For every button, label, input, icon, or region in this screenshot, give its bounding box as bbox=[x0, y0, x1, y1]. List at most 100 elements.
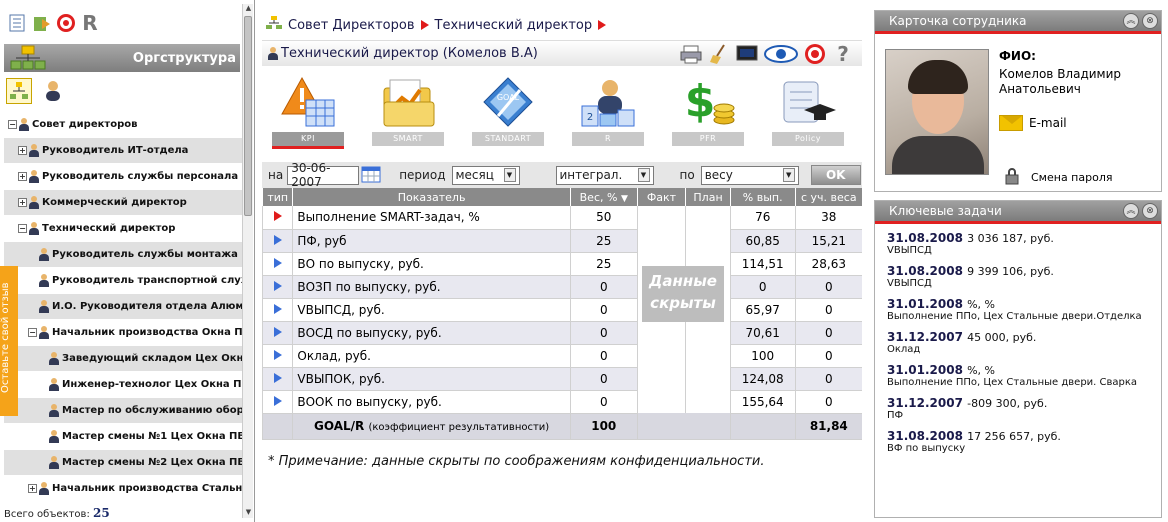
collapse-icon[interactable]: − bbox=[28, 328, 37, 337]
tab-smart[interactable]: SMART bbox=[372, 72, 444, 149]
collapse-icon[interactable]: − bbox=[18, 224, 27, 233]
tree-node[interactable]: Мастер по обслуживанию оборудов bbox=[4, 398, 242, 424]
kpi-row[interactable]: Выполнение SMART-задач, % 50 76 38 bbox=[261, 206, 862, 413]
tree-node[interactable]: Руководитель транспортной службы bbox=[4, 268, 242, 294]
kpi-row[interactable]: ВООК по выпуску, руб. 0 155,64 0 bbox=[261, 390, 862, 414]
help-icon[interactable]: ? bbox=[832, 42, 854, 66]
expand-arrow-icon[interactable] bbox=[273, 211, 282, 222]
target-icon[interactable] bbox=[804, 43, 826, 65]
key-task-item[interactable]: 31.08.2008 9 399 106, руб. VВЫПСД bbox=[887, 264, 1161, 289]
key-task-item[interactable]: 31.12.2007 45 000, руб. Оклад bbox=[887, 330, 1161, 355]
eye-icon[interactable] bbox=[764, 43, 798, 65]
tree-node[interactable]: + Начальник производства Стальные д bbox=[4, 476, 242, 500]
col-weighted[interactable]: с уч. веса bbox=[794, 188, 862, 206]
change-password-link[interactable]: Смена пароля bbox=[1005, 167, 1112, 188]
mode-select[interactable]: интеграл. ▼ bbox=[555, 165, 654, 185]
tab-pfr[interactable]: $ PFR bbox=[672, 72, 744, 149]
export-icon[interactable] bbox=[32, 13, 52, 33]
expand-arrow-icon[interactable] bbox=[273, 395, 282, 406]
expand-icon[interactable]: + bbox=[18, 172, 27, 181]
tree-node[interactable]: Мастер смены №2 Цех Окна ПВХ bbox=[4, 450, 242, 476]
tree-node[interactable]: И.О. Руководителя отдела Алюминие bbox=[4, 294, 242, 320]
person-view-icon[interactable] bbox=[40, 78, 66, 104]
kpi-row[interactable]: VВЫПОК, руб. 0 124,08 0 bbox=[261, 367, 862, 391]
period-select[interactable]: месяц ▼ bbox=[451, 165, 520, 185]
r-icon[interactable]: R bbox=[80, 11, 100, 35]
col-pct[interactable]: % вып. bbox=[729, 188, 796, 206]
collapse-icon[interactable]: − bbox=[8, 120, 17, 129]
kpi-row[interactable]: ВОЗП по выпуску, руб. 0 0 0 bbox=[261, 275, 862, 299]
tree-node[interactable]: + Руководитель ИТ-отдела bbox=[4, 138, 242, 164]
close-icon[interactable]: ⊗ bbox=[1142, 13, 1158, 29]
kpi-weight: 0 bbox=[569, 344, 638, 368]
collapse-icon[interactable]: ︽ bbox=[1123, 203, 1139, 219]
target-icon[interactable] bbox=[56, 13, 76, 33]
expand-arrow-icon[interactable] bbox=[273, 234, 282, 245]
expand-arrow-icon[interactable] bbox=[273, 257, 282, 268]
key-task-item[interactable]: 31.08.2008 17 256 657, руб. ВФ по выпуску bbox=[887, 429, 1161, 454]
key-task-item[interactable]: 31.08.2008 3 036 187, руб. VВЫПСД bbox=[887, 231, 1161, 256]
person-icon bbox=[39, 482, 49, 495]
ok-button[interactable]: OK bbox=[810, 165, 861, 185]
kpi-row[interactable]: Оклад, руб. 0 100 0 bbox=[261, 344, 862, 368]
collapse-icon[interactable]: ︽ bbox=[1123, 13, 1139, 29]
breadcrumb-item-tech-director[interactable]: Технический директор bbox=[435, 18, 593, 33]
chevron-down-icon: ▼ bbox=[637, 168, 650, 182]
key-task-item[interactable]: 31.01.2008 %, % Выполнение ППо, Цех Сталь… bbox=[887, 363, 1161, 388]
tab-kpi[interactable]: KPI bbox=[272, 72, 344, 149]
date-label: на bbox=[268, 168, 284, 182]
col-fact[interactable]: Факт bbox=[636, 188, 686, 206]
expand-arrow-icon[interactable] bbox=[273, 280, 282, 291]
org-tree-scrollbar[interactable]: ▲ ▼ bbox=[242, 4, 253, 518]
calendar-icon[interactable] bbox=[361, 165, 381, 186]
scroll-down-icon[interactable]: ▼ bbox=[243, 508, 254, 518]
kpi-total-hidden bbox=[636, 413, 731, 440]
person-icon bbox=[39, 274, 49, 287]
col-indicator[interactable]: Показатель bbox=[292, 188, 571, 206]
tree-node[interactable]: + Коммерческий директор bbox=[4, 190, 242, 216]
tab-standart[interactable]: GOAL STANDART bbox=[472, 72, 544, 149]
expand-icon[interactable]: + bbox=[28, 484, 37, 493]
tree-node-label: Совет директоров bbox=[32, 119, 138, 130]
date-input[interactable]: 30-06-2007 bbox=[287, 161, 360, 189]
tab-r[interactable]: 2 R bbox=[572, 72, 644, 149]
expand-arrow-icon[interactable] bbox=[273, 372, 282, 383]
tree-node[interactable]: Инженер-технолог Цех Окна ПВХ bbox=[4, 372, 242, 398]
expand-arrow-icon[interactable] bbox=[273, 303, 282, 314]
by-select[interactable]: весу ▼ bbox=[700, 165, 799, 185]
email-link[interactable]: E-mail bbox=[999, 115, 1067, 131]
expand-icon[interactable]: + bbox=[18, 146, 27, 155]
tree-node[interactable]: − Технический директор bbox=[4, 216, 242, 242]
chevron-down-icon: ▼ bbox=[782, 168, 795, 182]
structure-view-icon[interactable] bbox=[6, 78, 32, 104]
kpi-row[interactable]: ПФ, руб 25 60,85 15,21 bbox=[261, 229, 862, 253]
col-type[interactable]: тип bbox=[261, 188, 293, 206]
kpi-row[interactable]: VВЫПСД, руб. 0 65,97 0 bbox=[261, 298, 862, 322]
col-plan[interactable]: План bbox=[685, 188, 731, 206]
key-task-item[interactable]: 31.01.2008 %, % Выполнение ППо, Цех Сталь… bbox=[887, 297, 1161, 322]
scroll-up-icon[interactable]: ▲ bbox=[243, 4, 254, 14]
tab-policy[interactable]: Policy bbox=[772, 72, 844, 149]
expand-arrow-icon[interactable] bbox=[273, 349, 282, 360]
close-icon[interactable]: ⊗ bbox=[1142, 203, 1158, 219]
tree-node-label: Руководитель службы монтажа ГР и bbox=[52, 249, 242, 260]
expand-icon[interactable]: + bbox=[18, 198, 27, 207]
col-weight[interactable]: Вес, % ▼ bbox=[569, 188, 638, 206]
broom-icon[interactable] bbox=[708, 43, 730, 65]
feedback-tab[interactable]: Оставьте свой отзыв bbox=[0, 266, 18, 416]
tree-node[interactable]: + Руководитель службы персонала bbox=[4, 164, 242, 190]
tree-node[interactable]: Руководитель службы монтажа ГР и bbox=[4, 242, 242, 268]
tree-node[interactable]: Мастер смены №1 Цех Окна ПВХ bbox=[4, 424, 242, 450]
print-icon[interactable] bbox=[680, 43, 702, 65]
key-task-item[interactable]: 31.12.2007 -809 300, руб. ПФ bbox=[887, 396, 1161, 421]
tree-node[interactable]: − Совет директоров bbox=[4, 112, 242, 138]
expand-arrow-icon[interactable] bbox=[273, 326, 282, 337]
tree-node[interactable]: − Начальник производства Окна ПВХ bbox=[4, 320, 242, 346]
screen-icon[interactable] bbox=[736, 43, 758, 65]
breadcrumb-item-board[interactable]: Совет Директоров bbox=[288, 18, 415, 33]
tree-node[interactable]: Заведующий складом Цех Окна ПВ bbox=[4, 346, 242, 372]
kpi-row[interactable]: ВОСД по выпуску, руб. 0 70,61 0 bbox=[261, 321, 862, 345]
scroll-thumb[interactable] bbox=[244, 16, 252, 216]
kpi-row[interactable]: ВО по выпуску, руб. 25 114,51 28,63 bbox=[261, 252, 862, 276]
report-icon[interactable] bbox=[8, 13, 28, 33]
